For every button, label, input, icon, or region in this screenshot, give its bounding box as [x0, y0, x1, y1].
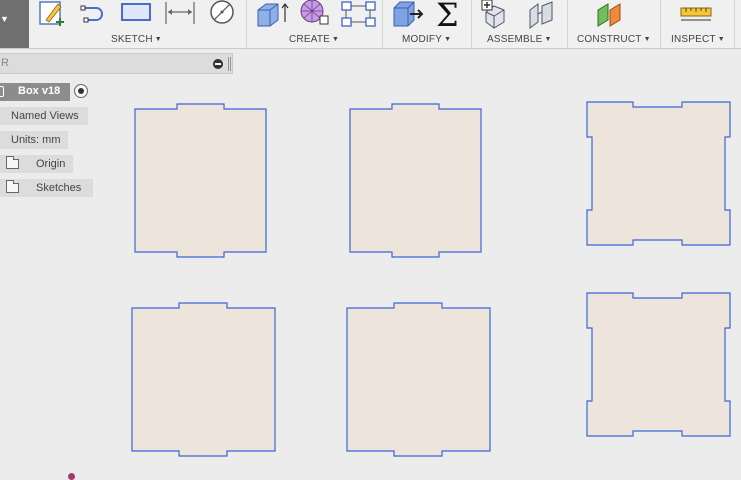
box-panel-side-2[interactable]	[347, 101, 485, 260]
create-menu[interactable]: CREATE ▼	[289, 34, 339, 45]
sketch-menu[interactable]: SKETCH ▼	[111, 34, 162, 45]
measure-icon[interactable]	[678, 0, 714, 30]
workspace-switcher[interactable]: ▼	[0, 0, 29, 48]
rectangle-icon[interactable]	[118, 0, 154, 30]
dropdown-caret-icon: ▼	[717, 36, 725, 43]
new-component-icon[interactable]	[480, 0, 516, 30]
create-sketch-icon[interactable]	[36, 0, 68, 30]
parameters-icon[interactable]: Σ	[434, 0, 464, 32]
dropdown-caret-icon: ▼	[154, 36, 162, 43]
pattern-icon[interactable]	[340, 0, 378, 30]
box-panel-side-3[interactable]	[129, 300, 279, 460]
separator	[246, 0, 247, 48]
inspect-menu[interactable]: INSPECT ▼	[671, 34, 725, 45]
circle-icon[interactable]	[204, 0, 240, 30]
box-panel-end-1[interactable]	[584, 99, 734, 249]
extrude-icon[interactable]	[254, 0, 290, 30]
modify-menu[interactable]: MODIFY ▼	[402, 34, 451, 45]
box-panel-side-1[interactable]	[132, 101, 270, 260]
joint-icon[interactable]	[526, 0, 560, 30]
separator	[567, 0, 568, 48]
separator	[382, 0, 383, 48]
offset-plane-icon[interactable]	[594, 0, 630, 30]
dropdown-caret-icon: ▼	[444, 36, 452, 43]
box-panel-end-2[interactable]	[584, 290, 734, 440]
spline-icon[interactable]	[78, 0, 110, 30]
dimension-icon[interactable]	[162, 0, 198, 30]
toolbar: ▼ SKETCH ▼ CREATE ▼ Σ MODIFY ▼ ASSEMBLE …	[0, 0, 741, 49]
form-icon[interactable]	[298, 0, 332, 30]
dropdown-caret-icon: ▼	[544, 36, 552, 43]
press-pull-icon[interactable]	[390, 0, 426, 30]
separator	[471, 0, 472, 48]
caret-down-icon: ▼	[0, 14, 9, 24]
dropdown-caret-icon: ▼	[643, 36, 651, 43]
separator	[734, 0, 735, 48]
assemble-menu[interactable]: ASSEMBLE ▼	[487, 34, 552, 45]
separator	[660, 0, 661, 48]
box-panel-side-4[interactable]	[344, 300, 494, 460]
svg-text:Σ: Σ	[436, 0, 459, 32]
construct-menu[interactable]: CONSTRUCT ▼	[577, 34, 651, 45]
dropdown-caret-icon: ▼	[332, 36, 340, 43]
origin-marker-icon	[68, 473, 75, 480]
